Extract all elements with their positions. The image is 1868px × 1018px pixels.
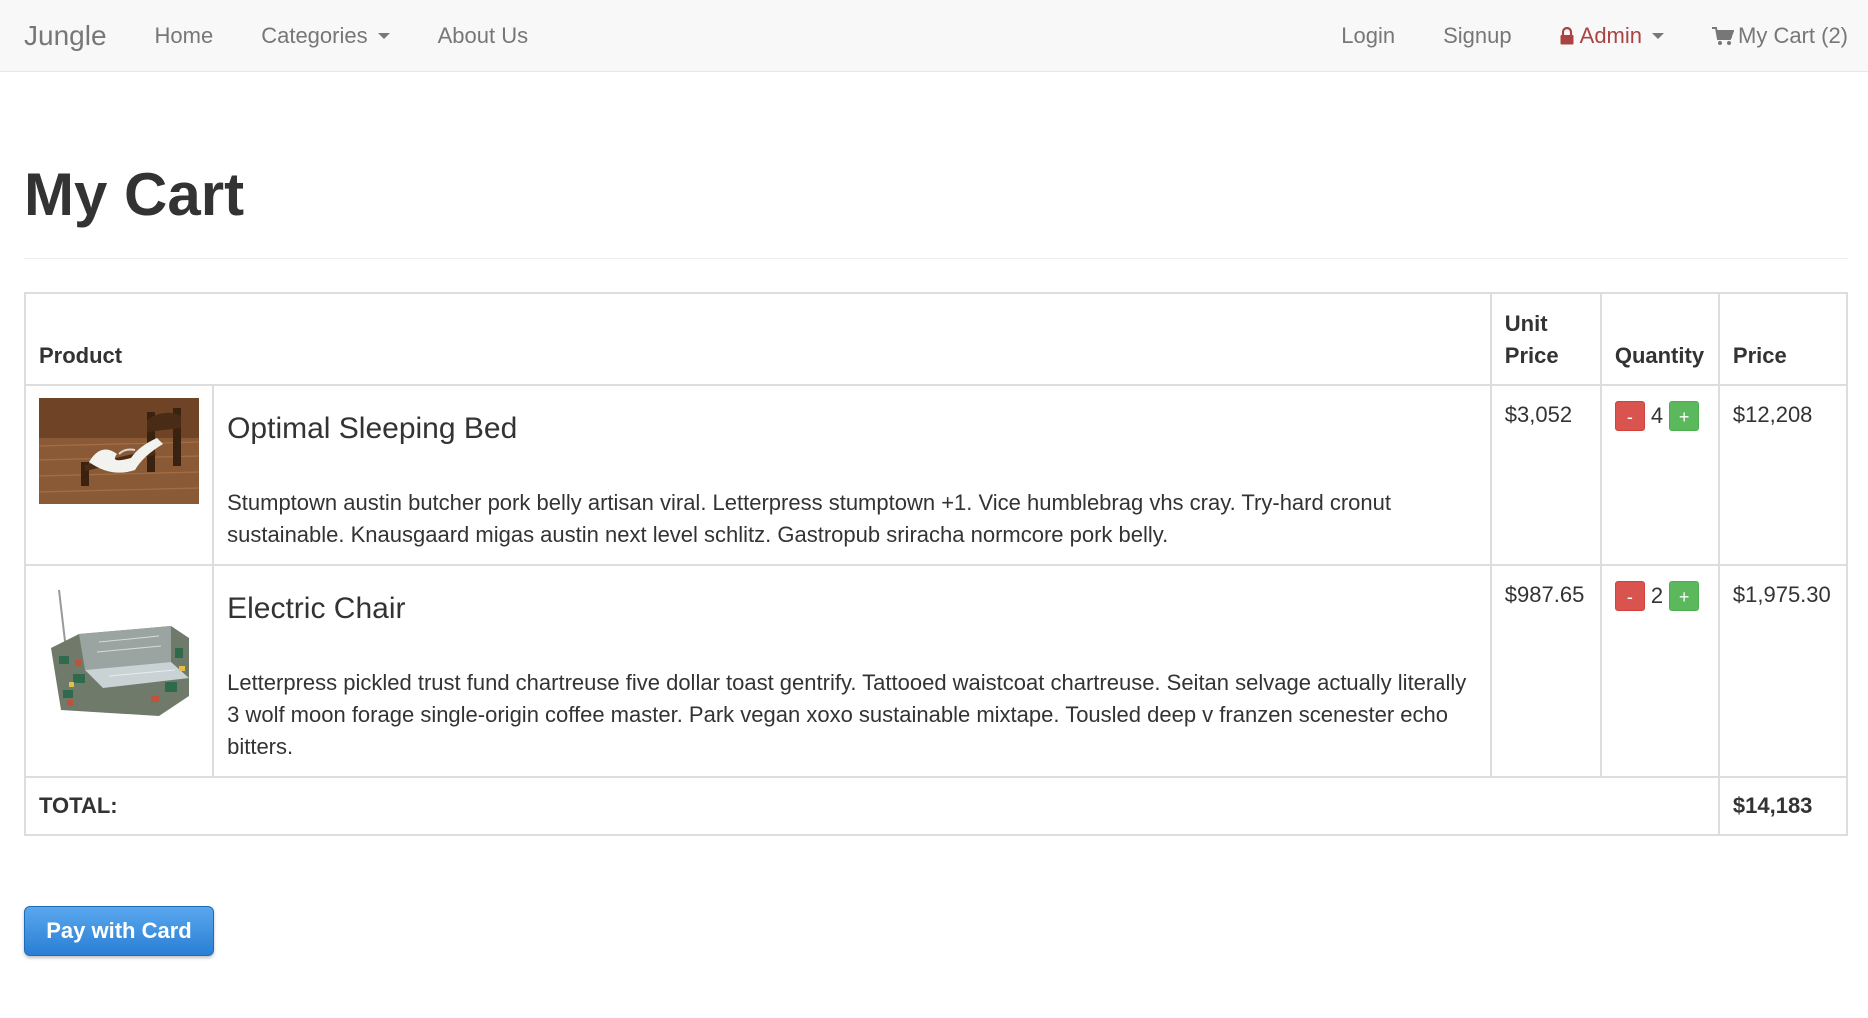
product-description: Stumptown austin butcher pork belly arti… xyxy=(227,490,1391,547)
cart-icon xyxy=(1712,27,1734,45)
nav-login[interactable]: Login xyxy=(1341,23,1395,49)
page-title: My Cart xyxy=(24,161,245,228)
nav-home[interactable]: Home xyxy=(155,23,214,49)
total-value: $14,183 xyxy=(1717,776,1849,836)
cart-table: Product Unit Price Quantity Price Optima… xyxy=(23,292,1849,836)
lock-icon xyxy=(1560,27,1574,45)
decrease-quantity-button[interactable]: - xyxy=(1614,401,1645,432)
nav-left: Jungle Home Categories About Us xyxy=(24,0,576,72)
divider xyxy=(24,258,1848,259)
increase-quantity-button[interactable]: + xyxy=(1669,401,1700,432)
nav-admin-label: Admin xyxy=(1579,23,1642,48)
nav-right: Login Signup Admin My Cart (2) xyxy=(1293,0,1848,72)
quantity-value: 2 xyxy=(1650,583,1664,609)
product-details: Optimal Sleeping Bed Stumptown austin bu… xyxy=(212,384,1492,566)
product-name[interactable]: Electric Chair xyxy=(227,591,1477,627)
navbar: Jungle Home Categories About Us Login Si… xyxy=(0,0,1868,72)
total-label: TOTAL: xyxy=(24,776,1720,836)
product-image-cell xyxy=(23,384,215,566)
quantity-stepper: -4 + xyxy=(1599,384,1720,566)
chevron-down-icon xyxy=(1652,33,1664,39)
nav-signup[interactable]: Signup xyxy=(1443,23,1512,49)
nav-categories[interactable]: Categories xyxy=(261,23,390,49)
table-row: Optimal Sleeping Bed Stumptown austin bu… xyxy=(23,384,1849,566)
header-price: Price xyxy=(1717,292,1849,386)
product-details: Electric Chair Letterpress pickled trust… xyxy=(212,564,1492,778)
table-row: Electric Chair Letterpress pickled trust… xyxy=(23,564,1849,778)
line-price: $1,975.30 xyxy=(1717,564,1849,778)
product-description: Letterpress pickled trust fund chartreus… xyxy=(227,670,1467,759)
decrease-quantity-button[interactable]: - xyxy=(1614,581,1645,612)
line-price: $12,208 xyxy=(1717,384,1849,566)
pay-with-card-button[interactable]: Pay with Card xyxy=(24,906,214,956)
unit-price: $3,052 xyxy=(1489,384,1602,566)
nav-cart[interactable]: My Cart (2) xyxy=(1712,23,1848,49)
chevron-down-icon xyxy=(377,33,390,39)
quantity-stepper: -2 + xyxy=(1599,564,1720,778)
total-row: TOTAL: $14,183 xyxy=(24,776,1849,836)
increase-quantity-button[interactable]: + xyxy=(1669,581,1700,612)
nav-categories-label: Categories xyxy=(261,23,368,48)
product-image-cell xyxy=(23,564,215,778)
nav-admin[interactable]: Admin xyxy=(1560,23,1664,49)
product-name[interactable]: Optimal Sleeping Bed xyxy=(227,411,1477,447)
header-product: Product xyxy=(24,292,1492,386)
nav-about[interactable]: About Us xyxy=(438,23,529,49)
unit-price: $987.65 xyxy=(1489,564,1602,778)
product-image-chair xyxy=(39,578,199,736)
table-header-row: Product Unit Price Quantity Price xyxy=(24,292,1849,386)
quantity-value: 4 xyxy=(1650,403,1664,429)
product-image-bed xyxy=(38,398,200,504)
brand-link[interactable]: Jungle xyxy=(24,20,107,52)
header-quantity: Quantity xyxy=(1599,292,1720,386)
header-unit-price: Unit Price xyxy=(1489,292,1602,386)
nav-cart-label: My Cart (2) xyxy=(1738,23,1848,48)
